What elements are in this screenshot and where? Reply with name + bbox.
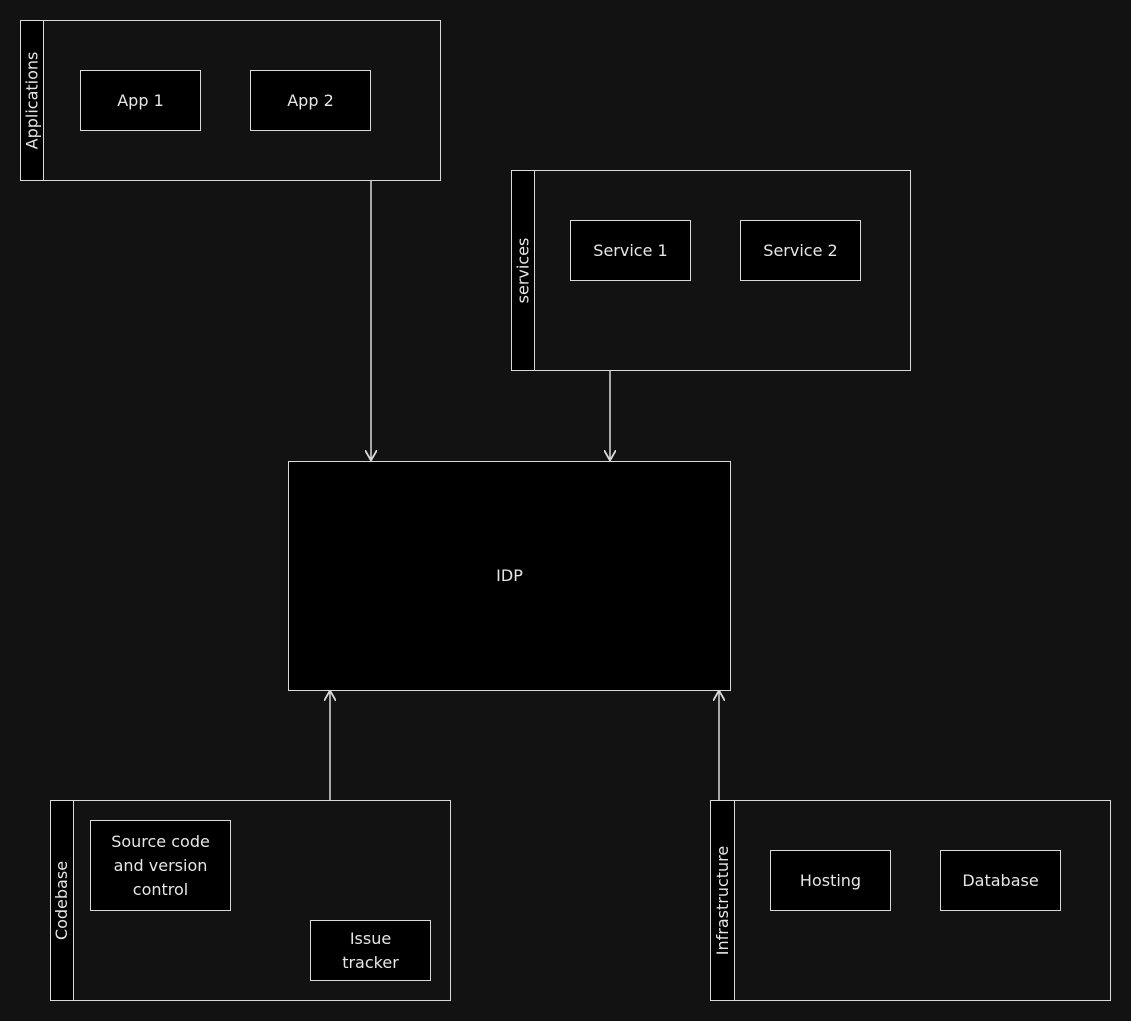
group-label: services xyxy=(513,237,533,304)
source-code-node[interactable]: Source code and version control xyxy=(90,820,231,911)
app-1-node[interactable]: App 1 xyxy=(80,70,201,131)
service-2-node[interactable]: Service 2 xyxy=(740,220,861,281)
infrastructure-header: Infrastructure xyxy=(711,801,735,1000)
codebase-header: Codebase xyxy=(51,801,74,1000)
service-1-node[interactable]: Service 1 xyxy=(570,220,691,281)
issue-tracker-node[interactable]: Issue tracker xyxy=(310,920,431,981)
idp-node[interactable]: IDP xyxy=(288,461,731,691)
app-2-node[interactable]: App 2 xyxy=(250,70,371,131)
group-label: Applications xyxy=(22,51,42,150)
applications-header: Applications xyxy=(21,21,44,180)
group-label: Codebase xyxy=(52,860,72,941)
group-label: Infrastructure xyxy=(713,845,733,956)
database-node[interactable]: Database xyxy=(940,850,1061,911)
services-header: services xyxy=(512,171,535,370)
hosting-node[interactable]: Hosting xyxy=(770,850,891,911)
